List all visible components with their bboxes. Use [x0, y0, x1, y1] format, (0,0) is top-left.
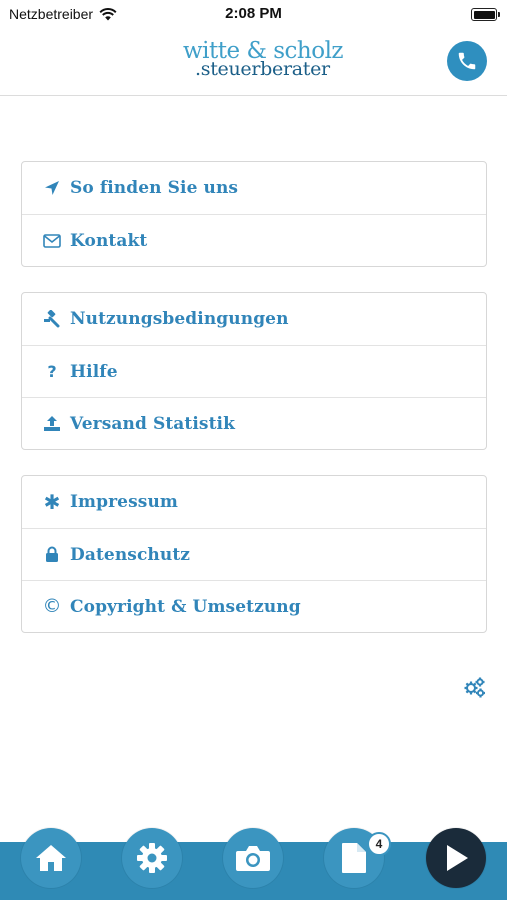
- menu-group-location: So finden Sie uns Kontakt: [21, 161, 487, 267]
- menu-item-shipping-stats[interactable]: Versand Statistik: [22, 397, 486, 449]
- advanced-settings-button[interactable]: [462, 676, 486, 698]
- menu-item-help[interactable]: ? Hilfe: [22, 345, 486, 397]
- home-icon: [36, 845, 66, 871]
- menu-group-legal: ✱ Impressum Datenschutz © Copyright & Um…: [21, 475, 487, 633]
- phone-icon: [458, 52, 476, 70]
- gear-icon: [137, 843, 167, 873]
- menu-item-terms[interactable]: Nutzungsbedingungen: [22, 293, 486, 345]
- status-bar: Netzbetreiber 2:08 PM: [0, 0, 507, 30]
- gavel-icon: [42, 309, 62, 329]
- tab-settings[interactable]: [122, 828, 182, 888]
- menu-item-contact[interactable]: Kontakt: [22, 214, 486, 266]
- brand-logo: witte & scholz .steuerberater: [183, 40, 344, 80]
- logo-line2: .steuerberater: [195, 58, 330, 80]
- asterisk-icon: ✱: [43, 490, 61, 514]
- menu-item-label: Versand Statistik: [70, 413, 235, 434]
- menu-group-info: Nutzungsbedingungen ? Hilfe Versand Stat…: [21, 292, 487, 450]
- copyright-icon: ©: [42, 595, 62, 617]
- menu-item-privacy[interactable]: Datenschutz: [22, 528, 486, 580]
- menu-item-label: Copyright & Umsetzung: [70, 596, 301, 617]
- document-icon: [342, 843, 366, 873]
- location-arrow-icon: [42, 178, 62, 198]
- menu-item-label: Hilfe: [70, 361, 118, 382]
- camera-icon: [236, 846, 270, 871]
- status-time: 2:08 PM: [225, 5, 282, 22]
- menu-item-imprint[interactable]: ✱ Impressum: [22, 476, 486, 528]
- menu-item-label: Nutzungsbedingungen: [70, 309, 289, 329]
- tab-camera[interactable]: [223, 828, 283, 888]
- envelope-icon: [42, 231, 62, 251]
- menu-item-label: Impressum: [70, 492, 178, 512]
- question-icon: ?: [47, 362, 57, 381]
- tab-play[interactable]: [426, 828, 486, 888]
- cogs-icon: [464, 677, 485, 698]
- play-icon: [447, 845, 468, 871]
- lock-icon: [42, 545, 62, 565]
- tab-home[interactable]: [21, 828, 81, 888]
- menu-item-copyright[interactable]: © Copyright & Umsetzung: [22, 580, 486, 632]
- battery-icon: [471, 8, 500, 21]
- app-header: witte & scholz .steuerberater: [0, 30, 507, 96]
- menu-item-label: Kontakt: [70, 230, 148, 251]
- menu-item-label: So finden Sie uns: [70, 178, 239, 198]
- menu-item-directions[interactable]: So finden Sie uns: [22, 162, 486, 214]
- upload-icon: [42, 414, 62, 434]
- menu-item-label: Datenschutz: [70, 544, 191, 565]
- documents-count-badge: 4: [367, 832, 391, 856]
- call-button[interactable]: [447, 41, 487, 81]
